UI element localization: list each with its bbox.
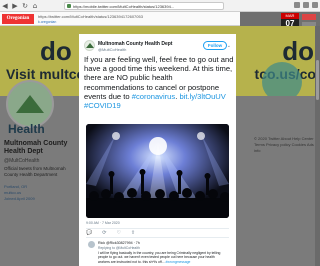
reload-button[interactable]: ↻ [20,1,30,11]
tweet-timestamp[interactable]: 9:00 AM · 7 Mar 2020 [86,221,120,225]
retweet-icon[interactable]: ⟳ [102,230,106,236]
profile-meta: Portland, OR multco.us Joined April 2009 [4,184,35,202]
banner-heading-left: do [40,36,72,66]
concert-scene-icon [86,124,229,218]
address-bar[interactable]: https://mobile.twitter.com/MultCoHealth/… [64,2,224,10]
follow-button[interactable]: Follow [203,41,227,50]
tweet-text: If you are feeling well, feel free to go… [84,55,234,110]
chevron-down-icon[interactable]: ⌄ [227,43,231,49]
author-handle[interactable]: @MultCoHealth [98,47,126,52]
hashtag-covid19-link[interactable]: #COVID19 [84,101,121,110]
toolbar-icons [294,2,318,8]
overlay-window: Oregonian https://twitter.com/MultCoHeal… [0,12,240,26]
reply-icon[interactable]: 💬 [86,230,92,236]
hashtag-wrongmessage-link[interactable]: #wrongmessage [166,260,191,264]
menu-icon[interactable] [312,2,318,8]
tweet-url-link[interactable]: bit.ly/3ltOuUV [179,92,225,101]
concert-photo[interactable] [86,124,229,218]
tweet-actions: 💬 ⟳ ♡ ⇪ [86,228,229,236]
address-text: https://mobile.twitter.com/MultCoHealth/… [73,3,175,9]
reply-author[interactable]: Rick @Rick30827994 · 7h [98,241,140,245]
overlay-sublink[interactable]: k.oregonian [38,20,56,24]
profile-joined: Joined April 2009 [4,196,35,201]
reply-to-label: Replying to @MultCoHealth [98,246,140,250]
overlay-red-tab[interactable] [302,14,316,20]
profile-logo-word: Health [8,122,45,136]
share-icon[interactable]: ⇪ [131,230,135,236]
footer-links[interactable]: © 2020 Twitter About Help Center Terms P… [254,136,314,154]
hashtag-coronavirus-link[interactable]: #coronavirus [132,92,175,101]
downloads-icon[interactable] [303,2,309,8]
mountain-logo-icon [85,43,94,48]
like-icon[interactable]: ♡ [116,230,120,236]
profile-name: Multnomah County Health Dept [4,140,68,155]
tweet-modal: Multnomah County Health Dept @MultCoHeal… [79,34,236,266]
virus-graphic [262,62,302,96]
back-button[interactable]: ◀ [0,1,10,11]
tweet-header: Multnomah County Health Dept @MultCoHeal… [84,40,231,54]
reply-tweet[interactable]: Rick @Rick30827994 · 7h Replying to @Mul… [86,237,229,266]
profile-avatar[interactable] [6,80,54,128]
profile-handle: @MultCoHealth [4,158,40,164]
profile-bio: Official tweets from Multnomah County He… [4,166,66,177]
forward-button[interactable]: ▶ [10,1,20,11]
lock-icon [67,4,71,8]
author-avatar[interactable] [84,40,95,51]
reply-body: I will be flying basically in the countr… [98,251,221,264]
reply-text: I will be flying basically in the countr… [98,251,226,264]
mountain-logo-icon [16,95,44,113]
overlay-url[interactable]: https://twitter.com/MultCoHealth/status/… [38,14,143,19]
browser-toolbar: ◀ ▶ ↻ ⌂ https://mobile.twitter.com/MultC… [0,0,320,12]
scrollbar-thumb[interactable] [316,60,319,100]
newspaper-logo: Oregonian [2,14,34,24]
bookmarks-icon[interactable] [294,2,300,8]
reply-avatar[interactable] [88,241,95,248]
home-button[interactable]: ⌂ [30,1,40,11]
